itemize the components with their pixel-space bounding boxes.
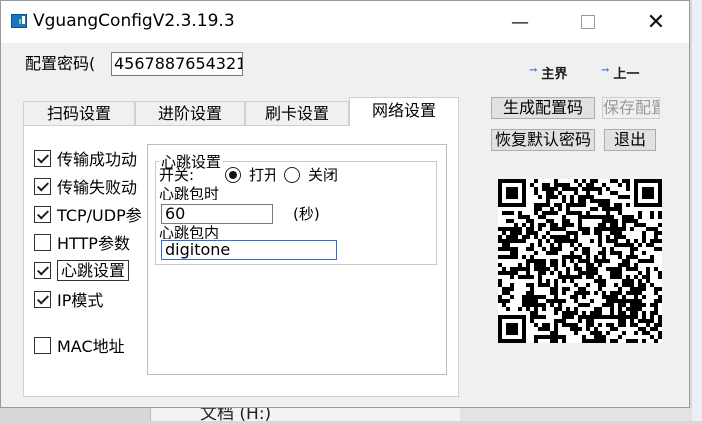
close-button[interactable]: ✕: [627, 1, 685, 43]
nav-prev-link[interactable]: → 上一: [601, 63, 639, 82]
checkbox-label: MAC地址: [57, 337, 125, 356]
nav-prev-label: 上一: [613, 67, 640, 82]
tab-advanced-settings[interactable]: 进阶设置: [135, 101, 245, 125]
minimize-button[interactable]: —: [491, 1, 549, 43]
checkbox-label: 传输失败动: [57, 178, 138, 197]
exit-button[interactable]: 退出: [604, 129, 656, 151]
heartbeat-interval-input[interactable]: 60: [161, 204, 273, 224]
reset-default-password-button[interactable]: 恢复默认密码: [491, 129, 595, 151]
arrow-right-icon: →: [601, 65, 610, 76]
checkbox-mac-address[interactable]: MAC地址: [34, 334, 144, 356]
checkbox-box[interactable]: [34, 149, 51, 167]
tab-bar: 扫码设置 进阶设置 刷卡设置 网络设置: [23, 97, 459, 126]
tab-network-settings[interactable]: 网络设置: [349, 97, 459, 126]
checkbox-box[interactable]: [34, 290, 51, 308]
arrow-right-icon: →: [529, 65, 538, 76]
nav-main-link[interactable]: → 主界: [529, 63, 567, 82]
checkbox-label: IP模式: [57, 291, 104, 310]
checkbox-label: HTTP参数: [57, 234, 130, 253]
nav-main-label: 主界: [541, 67, 568, 82]
tab-scan-settings[interactable]: 扫码设置: [23, 101, 135, 125]
background-explorer-row: [150, 408, 461, 421]
checkbox-box[interactable]: [34, 233, 51, 251]
config-window: VguangConfigV2.3.19.3 — ✕ 配置密码( 45678876…: [0, 0, 690, 408]
heartbeat-content-label: 心跳包内: [159, 225, 220, 239]
heartbeat-off-radio[interactable]: [284, 167, 300, 183]
heartbeat-interval-unit: (秒): [293, 205, 320, 223]
checkbox-box[interactable]: [34, 177, 51, 195]
window-title: VguangConfigV2.3.19.3: [33, 11, 235, 31]
heartbeat-interval-label: 心跳包时: [159, 186, 220, 200]
maximize-icon: [581, 15, 595, 29]
heartbeat-on-label[interactable]: 打开: [249, 166, 275, 184]
save-config-button[interactable]: 保存配置: [602, 97, 660, 119]
title-bar[interactable]: VguangConfigV2.3.19.3 — ✕: [1, 1, 689, 43]
heartbeat-on-radio[interactable]: [225, 167, 241, 183]
minimize-icon: —: [511, 11, 529, 33]
config-qr-code: [498, 179, 662, 343]
background-drive-label: 文档 (H:): [200, 404, 272, 424]
heartbeat-off-label[interactable]: 关闭: [308, 166, 342, 184]
background-explorer-row-right: [460, 408, 692, 421]
heartbeat-content-input[interactable]: digitone: [161, 240, 337, 260]
background-window: [692, 0, 702, 421]
tab-card-settings[interactable]: 刷卡设置: [245, 101, 349, 125]
checkbox-http-params[interactable]: HTTP参数: [34, 231, 144, 253]
generate-config-code-button[interactable]: 生成配置码: [491, 97, 595, 119]
config-password-label: 配置密码(: [25, 54, 96, 73]
maximize-button[interactable]: [559, 1, 617, 43]
checkbox-box[interactable]: [34, 336, 51, 354]
checkbox-transfer-fail[interactable]: 传输失败动: [34, 175, 144, 197]
checkbox-heartbeat[interactable]: 心跳设置: [34, 259, 144, 281]
checkbox-box[interactable]: [34, 261, 51, 279]
checkbox-tcp-udp[interactable]: TCP/UDP参: [34, 203, 142, 225]
config-password-input[interactable]: 4567887654321: [111, 52, 243, 76]
checkbox-label: TCP/UDP参: [57, 206, 142, 225]
checkbox-box[interactable]: [34, 205, 51, 223]
close-icon: ✕: [646, 9, 666, 35]
checkbox-transfer-success[interactable]: 传输成功动: [34, 147, 144, 169]
app-icon: [11, 14, 27, 28]
checkbox-ip-mode[interactable]: IP模式: [34, 288, 144, 310]
heartbeat-switch-label: 开关:: [159, 166, 195, 184]
checkbox-label: 传输成功动: [57, 150, 138, 169]
checkbox-label: 心跳设置: [57, 259, 130, 281]
